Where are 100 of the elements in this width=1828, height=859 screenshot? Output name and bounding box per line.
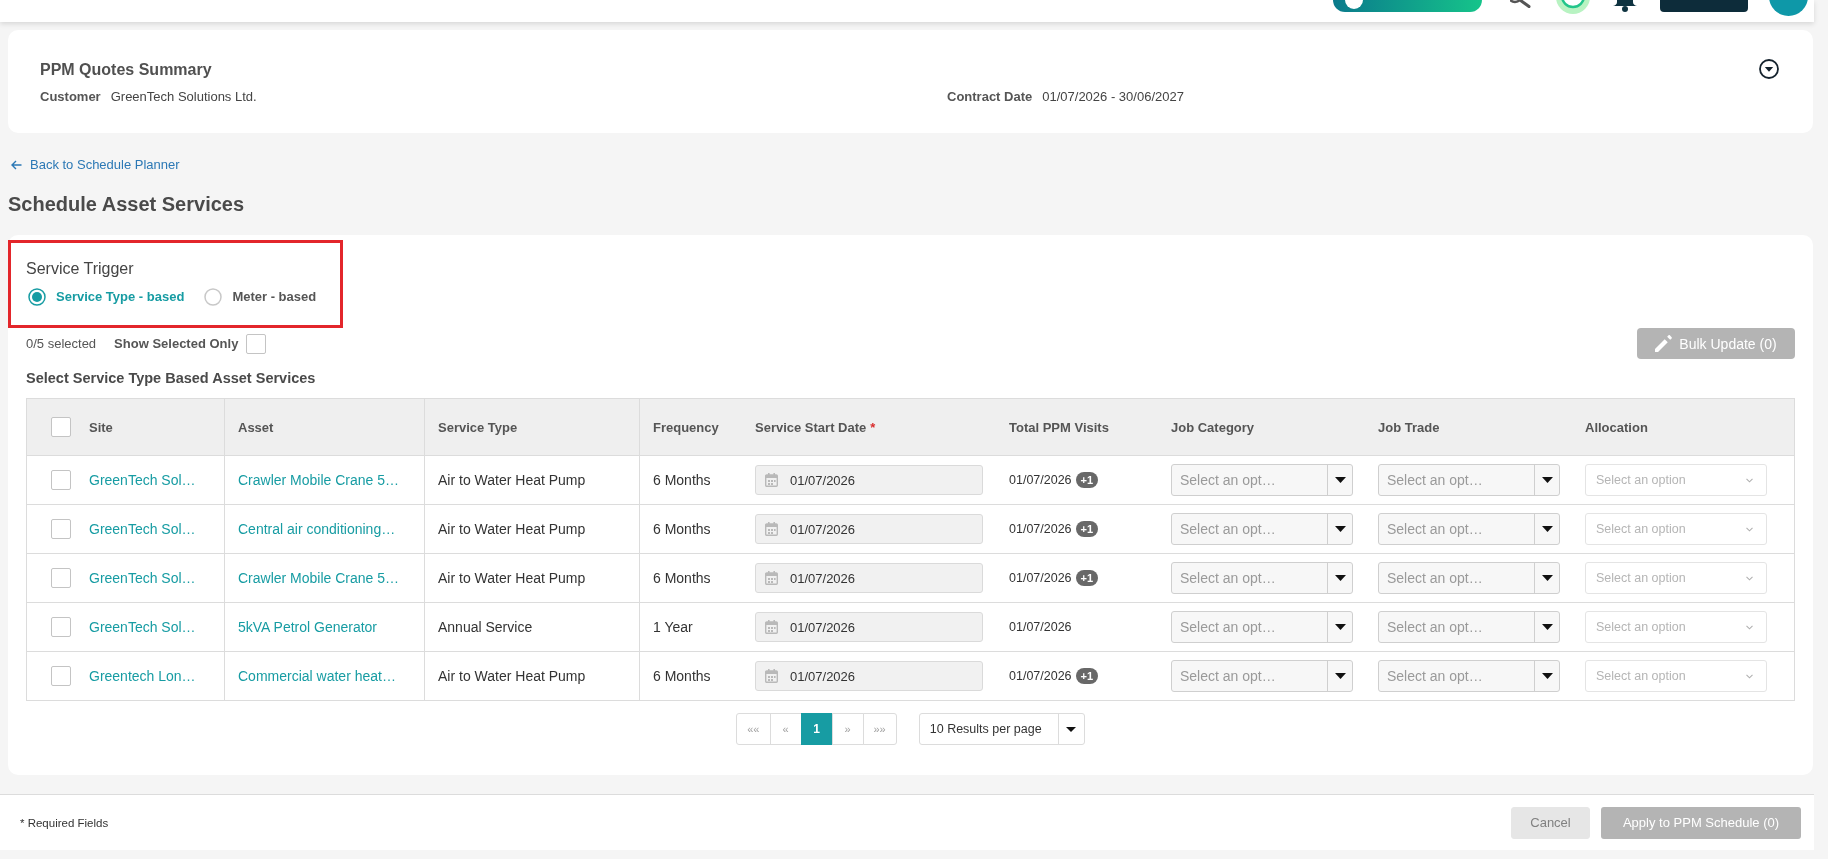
per-page-select[interactable]: 10 Results per page — [918, 713, 1085, 745]
caret-icon — [1541, 575, 1553, 581]
row-checkbox[interactable] — [51, 519, 71, 539]
logo-icon — [1345, 0, 1363, 9]
calendar-icon — [765, 522, 778, 536]
visit-date: 01/07/2026 — [1009, 669, 1072, 683]
site-link[interactable]: GreenTech Sol… — [89, 619, 196, 635]
avatar[interactable] — [1769, 0, 1808, 16]
column-header: Asset — [238, 419, 274, 435]
pencil-icon — [1655, 335, 1673, 352]
asset-link[interactable]: Central air conditioning… — [238, 521, 396, 537]
visit-date: 01/07/2026 — [1009, 522, 1072, 536]
service-type: Annual Service — [438, 619, 533, 635]
summary-title: PPM Quotes Summary — [40, 60, 212, 80]
count-badge: +1 — [1075, 521, 1099, 537]
page-button[interactable]: 1 — [800, 713, 833, 745]
site-link[interactable]: GreenTech Sol… — [89, 521, 196, 537]
select-field[interactable]: Select an opt… — [1171, 464, 1353, 496]
service-type: Air to Water Heat Pump — [438, 668, 586, 684]
count-badge: +1 — [1075, 472, 1099, 488]
column-header: Allocation — [1585, 419, 1648, 435]
frequency: 6 Months — [653, 472, 711, 488]
radio-option[interactable]: Service Type - based — [28, 287, 185, 307]
calendar-icon — [765, 571, 778, 585]
field-value: GreenTech Solutions Ltd. — [110, 89, 257, 104]
select-field[interactable]: Select an opt… — [1378, 513, 1560, 545]
calendar-icon — [765, 669, 778, 683]
caret-icon — [1541, 673, 1553, 679]
section-title: Service Trigger — [26, 259, 134, 279]
refer-button[interactable] — [1333, 0, 1482, 12]
date-field[interactable]: 01/07/2026 — [755, 612, 983, 642]
visit-date: 01/07/2026 — [1009, 473, 1072, 487]
frequency: 6 Months — [653, 521, 711, 537]
service-type: Air to Water Heat Pump — [438, 521, 586, 537]
visit-date: 01/07/2026 — [1009, 620, 1072, 634]
asset-link[interactable]: Crawler Mobile Crane 5… — [238, 472, 400, 488]
selection-count: 0/5 selected — [26, 336, 97, 351]
required-mark: * — [870, 419, 876, 435]
select-field[interactable]: Select an opt… — [1378, 660, 1560, 692]
table-title: Select Service Type Based Asset Services — [26, 369, 316, 388]
select-field[interactable]: Select an opt… — [1171, 562, 1353, 594]
help-button[interactable] — [1660, 0, 1748, 12]
site-link[interactable]: Greentech Lon… — [89, 668, 196, 684]
caret-icon — [1334, 477, 1346, 483]
column-header: Service Type — [438, 419, 518, 435]
caret-icon — [1334, 575, 1346, 581]
caret-icon — [1066, 726, 1077, 732]
column-header: Job Category — [1171, 419, 1255, 435]
field-label: Customer — [40, 89, 101, 104]
select-field[interactable]: Select an opt… — [1378, 611, 1560, 643]
asset-link[interactable]: Commercial water heat… — [238, 668, 396, 684]
select-field[interactable]: Select an opt… — [1378, 562, 1560, 594]
date-field[interactable]: 01/07/2026 — [755, 514, 983, 544]
checkbox-label: Show Selected Only — [114, 336, 239, 351]
radio-option[interactable]: Meter - based — [204, 287, 317, 307]
date-field[interactable]: 01/07/2026 — [755, 661, 983, 691]
arrow-left-icon — [11, 160, 22, 170]
count-badge: +1 — [1075, 668, 1099, 684]
asset-link[interactable]: 5kVA Petrol Generator — [238, 619, 378, 635]
service-type: Air to Water Heat Pump — [438, 570, 586, 586]
date-field[interactable]: 01/07/2026 — [755, 563, 983, 593]
calendar-icon — [765, 473, 778, 487]
column-header: Service Start Date — [755, 419, 867, 435]
required-note: * Required Fields — [20, 816, 109, 829]
back-link[interactable]: Back to Schedule Planner — [11, 156, 180, 174]
visit-date: 01/07/2026 — [1009, 571, 1072, 585]
collapse-toggle-icon[interactable] — [1759, 59, 1779, 79]
select-field[interactable]: Select an opt… — [1171, 611, 1353, 643]
select-all-checkbox[interactable] — [51, 417, 71, 437]
chat-icon[interactable] — [1556, 0, 1590, 14]
calendar-icon — [765, 620, 778, 634]
row-checkbox[interactable] — [51, 617, 71, 637]
count-badge: +1 — [1075, 570, 1099, 586]
caret-icon — [1541, 477, 1553, 483]
page-title: Schedule Asset Services — [8, 192, 245, 216]
field-value: 01/07/2026 - 30/06/2027 — [1042, 89, 1184, 104]
checkbox[interactable] — [246, 333, 267, 354]
select-field[interactable]: Select an opt… — [1171, 513, 1353, 545]
service-type: Air to Water Heat Pump — [438, 472, 586, 488]
search-icon[interactable] — [1510, 0, 1532, 8]
caret-icon — [1541, 526, 1553, 532]
chevron-down-icon — [1746, 624, 1753, 630]
field-label: Contract Date — [947, 89, 1033, 104]
select-field[interactable]: Select an opt… — [1171, 660, 1353, 692]
caret-icon — [1334, 673, 1346, 679]
asset-link[interactable]: Crawler Mobile Crane 5… — [238, 570, 400, 586]
caret-icon — [1334, 624, 1346, 630]
site-link[interactable]: GreenTech Sol… — [89, 570, 196, 586]
frequency: 1 Year — [653, 619, 693, 635]
column-header: Frequency — [653, 419, 719, 435]
select-field[interactable]: Select an opt… — [1378, 464, 1560, 496]
frequency: 6 Months — [653, 668, 711, 684]
row-checkbox[interactable] — [51, 666, 71, 686]
row-checkbox[interactable] — [51, 470, 71, 490]
row-checkbox[interactable] — [51, 568, 71, 588]
frequency: 6 Months — [653, 570, 711, 586]
date-field[interactable]: 01/07/2026 — [755, 465, 983, 495]
site-link[interactable]: GreenTech Sol… — [89, 472, 196, 488]
column-header: Job Trade — [1378, 419, 1440, 435]
chevron-down-icon — [1746, 575, 1753, 581]
